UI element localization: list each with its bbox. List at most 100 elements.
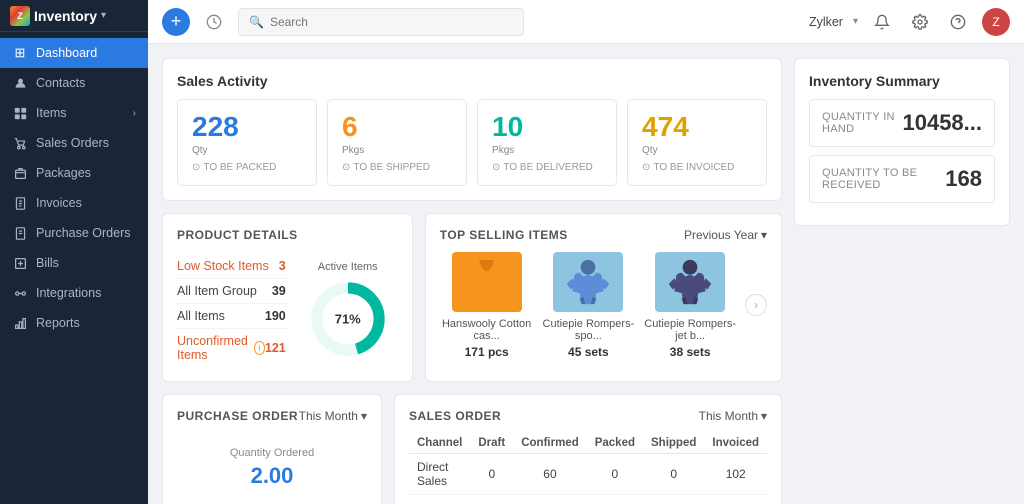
- so-col-channel: Channel: [409, 433, 470, 454]
- top-selling-filter[interactable]: Previous Year ▾: [684, 228, 767, 242]
- search-input[interactable]: [270, 15, 514, 29]
- logo-icon: Z: [10, 6, 30, 26]
- logo-dropdown-icon: ▾: [101, 10, 106, 21]
- user-dropdown-icon: ▾: [853, 16, 858, 27]
- stat-to-be-shipped[interactable]: 6 Pkgs ⊙ TO BE SHIPPED: [327, 99, 467, 186]
- history-button[interactable]: [200, 8, 228, 36]
- product-details-list: Low Stock Items 3 All Item Group 39 All …: [177, 254, 286, 367]
- stat-to-be-packed[interactable]: 228 Qty ⊙ TO BE PACKED: [177, 99, 317, 186]
- right-column: Inventory Summary QUANTITY IN HAND 10458…: [794, 58, 1010, 504]
- ts-item-3[interactable]: Cutiepie Rompers-jet b... 38 sets: [643, 252, 737, 359]
- app-logo[interactable]: Z Inventory ▾: [0, 0, 148, 32]
- lower-row: PURCHASE ORDER This Month ▾ Quantity Ord…: [162, 394, 782, 504]
- contacts-icon: [12, 75, 28, 91]
- po-qty-value: 2.00: [177, 463, 367, 489]
- ts-item-1-qty: 171 pcs: [465, 345, 509, 359]
- sidebar-nav: ⊞ Dashboard Contacts Items › Sales Order…: [0, 32, 148, 504]
- ts-item-2[interactable]: Cutiepie Rompers-spo... 45 sets: [542, 252, 636, 359]
- so-header: SALES ORDER This Month ▾: [409, 409, 767, 423]
- inv-qty-to-receive: QUANTITY TO BE RECEIVED 168: [809, 155, 995, 203]
- inv-qty-in-hand-value: 10458...: [902, 110, 982, 136]
- donut-chart: 71%: [308, 279, 388, 359]
- shipped-label: ⊙ TO BE SHIPPED: [342, 162, 430, 173]
- sidebar-item-integrations[interactable]: Integrations: [0, 278, 148, 308]
- sidebar-item-label: Contacts: [36, 76, 85, 90]
- donut-percent: 71%: [335, 312, 361, 327]
- pd-all-items[interactable]: All Items 190: [177, 304, 286, 329]
- sidebar-item-label: Items: [36, 106, 67, 120]
- so-title: SALES ORDER: [409, 409, 501, 423]
- avatar[interactable]: Z: [982, 8, 1010, 36]
- stat-to-be-delivered[interactable]: 10 Pkgs ⊙ TO BE DELIVERED: [477, 99, 617, 186]
- sidebar-item-purchase-orders[interactable]: Purchase Orders: [0, 218, 148, 248]
- ts-next-button[interactable]: ›: [745, 294, 767, 316]
- integrations-icon: [12, 285, 28, 301]
- sidebar-item-label: Integrations: [36, 286, 101, 300]
- unconfirmed-value: 121: [265, 341, 286, 355]
- items-icon: [12, 105, 28, 121]
- sales-activity-card: Sales Activity 228 Qty ⊙ TO BE PACKED 6: [162, 58, 782, 201]
- settings-button[interactable]: [906, 8, 934, 36]
- ts-item-3-image: [655, 252, 725, 312]
- search-icon: 🔍: [249, 15, 264, 29]
- packed-label: ⊙ TO BE PACKED: [192, 162, 276, 173]
- active-items-donut: Active Items 71%: [298, 254, 398, 367]
- sidebar-item-invoices[interactable]: Invoices: [0, 188, 148, 218]
- top-selling-header: TOP SELLING ITEMS Previous Year ▾: [440, 228, 767, 242]
- unconfirmed-info-icon: i: [254, 341, 265, 355]
- shipped-unit: Pkgs: [342, 145, 364, 156]
- sidebar-item-bills[interactable]: Bills: [0, 248, 148, 278]
- ts-item-2-image: [553, 252, 623, 312]
- donut-label: Active Items: [318, 261, 378, 273]
- top-selling-items: Hanswooly Cotton cas... 171 pcs: [440, 252, 767, 359]
- ts-item-2-qty: 45 sets: [568, 345, 609, 359]
- help-button[interactable]: [944, 8, 972, 36]
- top-selling-card: TOP SELLING ITEMS Previous Year ▾: [425, 213, 782, 382]
- so-col-confirmed: Confirmed: [513, 433, 587, 454]
- pd-unconfirmed[interactable]: Unconfirmed Items i 121: [177, 329, 286, 367]
- so-row-direct-sales[interactable]: Direct Sales 0 60 0 0 102: [409, 453, 767, 494]
- so-cell-packed: 0: [587, 453, 643, 494]
- stat-to-be-invoiced[interactable]: 474 Qty ⊙ TO BE INVOICED: [627, 99, 767, 186]
- product-details-card: PRODUCT DETAILS Low Stock Items 3 All It…: [162, 213, 413, 382]
- packed-unit: Qty: [192, 145, 208, 156]
- filter-dropdown-icon: ▾: [761, 228, 767, 242]
- purchase-order-card: PURCHASE ORDER This Month ▾ Quantity Ord…: [162, 394, 382, 504]
- notifications-button[interactable]: [868, 8, 896, 36]
- ts-item-3-qty: 38 sets: [670, 345, 711, 359]
- po-title: PURCHASE ORDER: [177, 409, 298, 423]
- sidebar-item-reports[interactable]: Reports: [0, 308, 148, 338]
- sidebar: Z Inventory ▾ ⊞ Dashboard Contacts Items…: [0, 0, 148, 504]
- invoiced-value: 474: [642, 112, 689, 143]
- delivered-label: ⊙ TO BE DELIVERED: [492, 162, 593, 173]
- pd-low-stock[interactable]: Low Stock Items 3: [177, 254, 286, 279]
- invoices-icon: [12, 195, 28, 211]
- po-filter[interactable]: This Month ▾: [299, 409, 367, 423]
- sales-stats-row: 228 Qty ⊙ TO BE PACKED 6 Pkgs ⊙: [177, 99, 767, 186]
- ts-item-1[interactable]: Hanswooly Cotton cas... 171 pcs: [440, 252, 534, 359]
- sales-order-table: Channel Draft Confirmed Packed Shipped I…: [409, 433, 767, 495]
- sales-activity-title: Sales Activity: [177, 73, 767, 89]
- so-filter[interactable]: This Month ▾: [699, 409, 767, 423]
- sidebar-item-sales-orders[interactable]: Sales Orders: [0, 128, 148, 158]
- product-details-inner: Low Stock Items 3 All Item Group 39 All …: [177, 254, 398, 367]
- so-cell-channel: Direct Sales: [409, 453, 470, 494]
- inv-qty-in-hand-label: QUANTITY IN HAND: [822, 111, 902, 135]
- po-filter-icon: ▾: [361, 409, 367, 423]
- pd-item-group[interactable]: All Item Group 39: [177, 279, 286, 304]
- packed-value: 228: [192, 112, 239, 143]
- dashboard-icon: ⊞: [12, 45, 28, 61]
- add-button[interactable]: +: [162, 8, 190, 36]
- sidebar-item-contacts[interactable]: Contacts: [0, 68, 148, 98]
- packed-dot: ⊙: [192, 162, 200, 173]
- topbar: + 🔍 Zylker ▾ Z: [148, 0, 1024, 44]
- so-cell-shipped: 0: [643, 453, 704, 494]
- sidebar-item-items[interactable]: Items ›: [0, 98, 148, 128]
- search-bar[interactable]: 🔍: [238, 8, 524, 36]
- user-name[interactable]: Zylker: [809, 15, 843, 29]
- sidebar-item-label: Bills: [36, 256, 59, 270]
- sidebar-item-dashboard[interactable]: ⊞ Dashboard: [0, 38, 148, 68]
- sidebar-item-packages[interactable]: Packages: [0, 158, 148, 188]
- sales-order-card: SALES ORDER This Month ▾ Channel Draft: [394, 394, 782, 504]
- main-content: + 🔍 Zylker ▾ Z Sales Activity: [148, 0, 1024, 504]
